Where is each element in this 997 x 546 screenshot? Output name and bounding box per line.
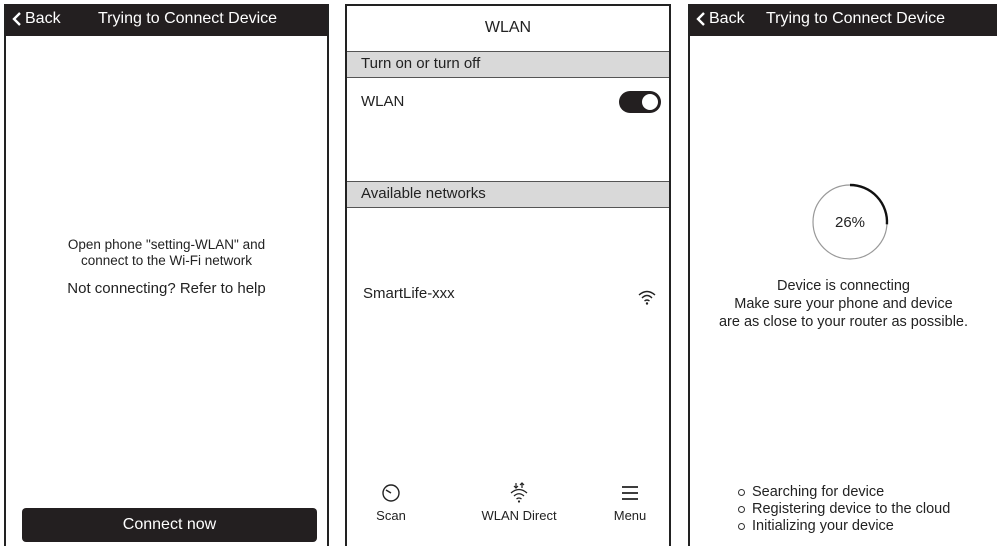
header-bar: Back Trying to Connect Device (690, 4, 997, 36)
step-label: Initializing your device (752, 518, 894, 534)
step-bullet-icon (738, 506, 745, 513)
steps-list: Searching for device Registering device … (738, 484, 950, 535)
status-line-2: Make sure your phone and device (734, 296, 953, 312)
wifi-icon (638, 290, 656, 305)
wlan-direct-button[interactable]: WLAN Direct (464, 482, 574, 523)
wlan-direct-icon (510, 482, 528, 503)
step-bullet-icon (738, 489, 745, 496)
wlan-direct-label: WLAN Direct (481, 508, 557, 523)
page-title: WLAN (484, 19, 532, 36)
page-title: Trying to Connect Device (98, 10, 278, 27)
left-screen: Back Trying to Connect Device Open phone… (4, 4, 329, 546)
menu-label: Menu (613, 508, 647, 523)
back-label: Back (709, 10, 745, 27)
network-item[interactable]: SmartLife-xxx (363, 285, 455, 302)
list-item: Initializing your device (738, 518, 950, 535)
back-label: Back (25, 10, 61, 27)
chevron-left-icon (696, 12, 705, 26)
wlan-toggle[interactable] (619, 91, 661, 113)
header-bar: Back Trying to Connect Device (6, 4, 327, 36)
instruction-line-2: connect to the Wi-Fi network (80, 253, 253, 268)
instruction-text: Open phone "setting-WLAN" and connect to… (6, 237, 327, 269)
help-link[interactable]: Not connecting? Refer to help (6, 280, 327, 297)
scan-button[interactable]: Scan (361, 482, 421, 523)
status-text: Device is connecting Make sure your phon… (690, 277, 997, 331)
right-screen: Back Trying to Connect Device 26% Device… (688, 4, 997, 546)
back-button[interactable]: Back (12, 10, 61, 28)
scan-icon (382, 484, 400, 502)
wlan-label: WLAN (361, 93, 405, 110)
chevron-left-icon (12, 12, 21, 26)
section-header-networks: Available networks (347, 181, 669, 208)
list-item: Searching for device (738, 484, 950, 501)
page-title: Trying to Connect Device (766, 10, 946, 27)
connect-now-button[interactable]: Connect now (22, 508, 317, 542)
middle-screen: WLAN Turn on or turn off WLAN Available … (345, 4, 671, 546)
menu-button[interactable]: Menu (605, 482, 655, 523)
step-bullet-icon (738, 523, 745, 530)
status-line-1: Device is connecting (777, 278, 910, 294)
instruction-line-1: Open phone "setting-WLAN" and (67, 237, 266, 252)
step-label: Searching for device (752, 484, 885, 500)
back-button[interactable]: Back (696, 10, 745, 28)
list-item: Registering device to the cloud (738, 501, 950, 518)
toggle-knob (642, 94, 658, 110)
progress-percent: 26% (834, 214, 866, 231)
section-header-toggle: Turn on or turn off (347, 51, 669, 78)
status-line-3: are as close to your router as possible. (718, 314, 969, 330)
step-label: Registering device to the cloud (752, 501, 951, 517)
scan-label: Scan (376, 508, 406, 523)
menu-icon (622, 486, 638, 500)
